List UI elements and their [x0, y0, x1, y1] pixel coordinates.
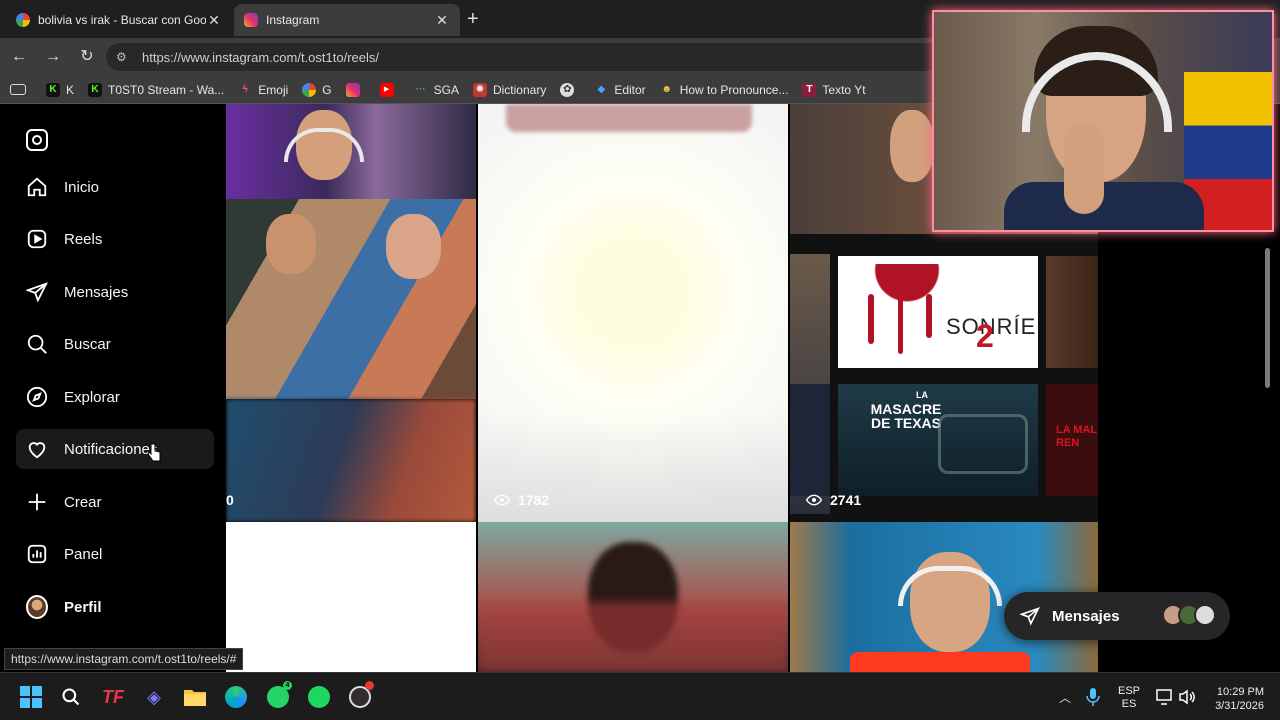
bookmark-g[interactable]: G — [302, 82, 332, 97]
microphone-icon[interactable] — [1080, 684, 1106, 710]
eye-icon — [494, 494, 510, 506]
back-button[interactable]: ← — [8, 46, 30, 68]
reel-thumbnail-1[interactable]: 0 — [226, 104, 476, 522]
chevron-up-icon[interactable]: ︿ — [1052, 684, 1078, 710]
scrollbar-thumb[interactable] — [1265, 248, 1270, 388]
bookmark-youtube[interactable]: ▶ — [379, 82, 400, 97]
messages-icon — [26, 281, 48, 303]
plus-icon — [26, 491, 48, 513]
texto-icon: T — [802, 82, 817, 97]
editor-icon: ◆ — [597, 83, 606, 95]
sidebar-item-reels[interactable]: Reels — [16, 219, 214, 259]
panel-icon — [26, 543, 48, 565]
reels-icon — [26, 228, 48, 250]
ig-sidebar: Inicio Reels Mensajes Buscar Explorar No… — [4, 104, 226, 672]
windows-start-icon[interactable] — [18, 684, 44, 710]
app-diamond-icon[interactable]: ◈ — [141, 684, 167, 710]
explore-icon — [26, 386, 48, 408]
sidebar-item-inicio[interactable]: Inicio — [16, 167, 214, 207]
reel-thumbnail-4[interactable] — [226, 522, 476, 672]
bolt-icon: ϟ — [242, 83, 248, 95]
sidebar-item-mensajes[interactable]: Mensajes — [16, 272, 214, 312]
bookmark-tosto-stream[interactable]: K T0ST0 Stream - Wa... — [88, 82, 224, 97]
address-bar[interactable]: ⚙ https://www.instagram.com/t.ost1to/ree… — [106, 43, 946, 71]
bookmark-sga[interactable]: ··· SGA — [414, 83, 459, 97]
instagram-logo-icon[interactable] — [26, 129, 48, 151]
tab-google-search[interactable]: bolivia vs irak - Buscar con Google ✕ — [6, 4, 232, 36]
bookmark-dictionary[interactable]: ✺ Dictionary — [472, 82, 546, 97]
views-count: 2741 — [806, 492, 861, 508]
views-count: 1782 — [494, 492, 549, 508]
webcam-overlay — [932, 10, 1274, 232]
bookmark-emoji[interactable]: ϟ Emoji — [238, 83, 289, 97]
close-icon[interactable]: ✕ — [434, 12, 450, 29]
home-icon — [26, 176, 48, 198]
bookmark-k[interactable]: K K — [46, 82, 74, 97]
kick-icon: K — [46, 82, 60, 97]
app-tf-icon[interactable]: TF — [100, 684, 126, 710]
sidebar-item-explorar[interactable]: Explorar — [16, 377, 214, 417]
google-icon — [302, 82, 317, 97]
sidebar-item-panel[interactable]: Panel — [16, 534, 214, 574]
page-scrollbar[interactable] — [1262, 224, 1272, 672]
eye-icon — [806, 494, 822, 506]
search-icon[interactable] — [58, 684, 84, 710]
sidebar-item-notificaciones[interactable]: Notificaciones — [16, 429, 214, 469]
status-url-preview: https://www.instagram.com/t.ost1to/reels… — [4, 648, 244, 670]
sidebar-item-buscar[interactable]: Buscar — [16, 324, 214, 364]
whatsapp-icon[interactable]: 4 — [265, 681, 292, 710]
bookmark-how-to-pronounce[interactable]: ☻ How to Pronounce... — [660, 83, 788, 97]
site-info-icon[interactable]: ⚙ — [116, 50, 132, 64]
google-icon — [16, 13, 30, 27]
bookmark-texto-yt[interactable]: T Texto Yt — [802, 82, 866, 97]
avatar — [26, 595, 48, 619]
file-explorer-icon[interactable] — [182, 684, 208, 710]
bookmark-editor[interactable]: ◆ Editor — [594, 83, 645, 97]
search-icon — [26, 333, 48, 355]
windows-taskbar: TF ◈ 4 ︿ ESP ES 10:29 PM 3/31/2026 — [0, 672, 1280, 720]
sidebar-item-crear[interactable]: Crear — [16, 482, 214, 522]
instagram-icon — [244, 13, 258, 27]
taskbar-clock[interactable]: 10:29 PM 3/31/2026 — [1206, 685, 1264, 713]
chatgpt-icon: ✿ — [560, 82, 575, 97]
close-icon[interactable]: ✕ — [206, 12, 222, 29]
sidebar-item-perfil[interactable]: Perfil — [16, 587, 214, 627]
poster-partial: LA MAL REN — [1046, 384, 1098, 496]
recording-indicator-icon — [365, 681, 374, 690]
volume-icon[interactable] — [1174, 684, 1200, 710]
dictionary-icon: ✺ — [472, 82, 487, 97]
avatar — [1194, 604, 1216, 626]
whatsapp-badge: 4 — [283, 681, 292, 690]
obs-icon[interactable] — [347, 681, 374, 710]
pronounce-icon: ☻ — [661, 83, 672, 95]
reel-thumbnail-5[interactable] — [478, 522, 788, 672]
bookmark-chatgpt[interactable]: ✿ — [560, 82, 580, 97]
input-language[interactable]: ESP ES — [1118, 685, 1140, 711]
bookmark-instagram[interactable] — [345, 82, 366, 97]
message-avatars — [1162, 604, 1216, 626]
bookmarks-menu-icon[interactable] — [10, 84, 32, 95]
headset-icon — [898, 566, 1002, 606]
forward-button[interactable]: → — [42, 46, 64, 68]
youtube-icon: ▶ — [379, 82, 394, 97]
sga-icon: ··· — [415, 83, 426, 95]
instagram-icon — [345, 82, 360, 97]
messages-icon — [1020, 607, 1040, 626]
edge-icon[interactable] — [223, 684, 249, 710]
spotify-icon[interactable] — [306, 684, 332, 710]
tab-title: bolivia vs irak - Buscar con Google — [38, 13, 206, 27]
messages-drawer-button[interactable]: Mensajes — [1004, 592, 1230, 640]
url-text: https://www.instagram.com/t.ost1to/reels… — [142, 49, 379, 65]
views-count: 0 — [226, 492, 234, 508]
heart-icon — [26, 438, 48, 460]
kick-icon: K — [88, 82, 103, 97]
sonrie-2-poster: SONRÍE 2 — [838, 256, 1038, 368]
reload-button[interactable]: ↻ — [76, 46, 98, 68]
masacre-de-texas-poster: LA MASACRE DE TEXAS — [838, 384, 1038, 496]
tab-title: Instagram — [266, 13, 320, 27]
cursor-hand-icon — [147, 443, 161, 462]
reel-thumbnail-2[interactable]: 1782 — [478, 104, 788, 522]
new-tab-button[interactable]: + — [467, 8, 479, 31]
tab-instagram[interactable]: Instagram ✕ — [234, 4, 460, 36]
